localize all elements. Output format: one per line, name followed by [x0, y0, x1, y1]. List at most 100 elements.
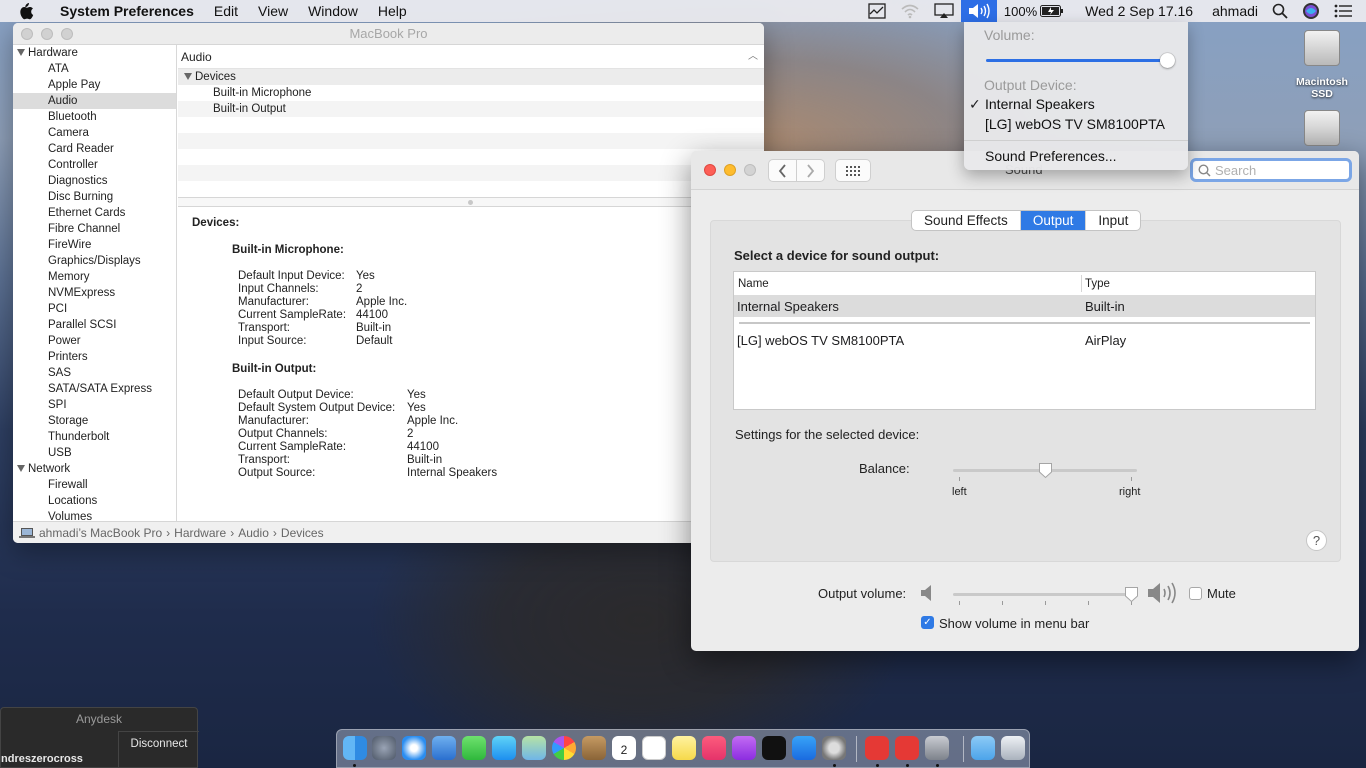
output-volume-thumb[interactable]: [1124, 586, 1139, 603]
mute-checkbox[interactable]: [1189, 587, 1202, 600]
app-menu[interactable]: System Preferences: [50, 0, 204, 22]
desktop-disk-label[interactable]: Macintosh SSD: [1284, 76, 1360, 100]
sidebar-item-firewire[interactable]: FireWire: [13, 237, 176, 253]
sidebar-item-audio[interactable]: Audio: [13, 93, 176, 109]
sidebar-item-pci[interactable]: PCI: [13, 301, 176, 317]
clock[interactable]: Wed 2 Sep 17.16: [1085, 3, 1193, 19]
close-button[interactable]: [704, 164, 716, 176]
menu-help[interactable]: Help: [368, 0, 417, 22]
apple-tv-icon[interactable]: [762, 736, 786, 760]
menu-device-internal-speakers[interactable]: Internal Speakers: [985, 96, 1095, 112]
sidebar-item-storage[interactable]: Storage: [13, 413, 176, 429]
sidebar-item-card-reader[interactable]: Card Reader: [13, 141, 176, 157]
launchpad-icon[interactable]: [372, 736, 396, 760]
disclosure-triangle-icon[interactable]: [17, 49, 25, 56]
sidebar-item-graphics-displays[interactable]: Graphics/Displays: [13, 253, 176, 269]
podcasts-icon[interactable]: [732, 736, 756, 760]
sidebar-item-thunderbolt[interactable]: Thunderbolt: [13, 429, 176, 445]
forward-button[interactable]: [796, 159, 825, 182]
sidebar-item-camera[interactable]: Camera: [13, 125, 176, 141]
column-header-name[interactable]: Name: [738, 278, 769, 290]
zoom-button[interactable]: [61, 28, 73, 40]
balance-slider-thumb[interactable]: [1038, 462, 1053, 479]
hard-drive-icon[interactable]: [1304, 30, 1340, 66]
notes-icon[interactable]: [672, 736, 696, 760]
sidebar-item-bluetooth[interactable]: Bluetooth: [13, 109, 176, 125]
photos-icon[interactable]: [552, 736, 576, 760]
divider-handle[interactable]: [468, 200, 473, 205]
sidebar-item-volumes[interactable]: Volumes: [13, 509, 176, 521]
sidebar-item-locations[interactable]: Locations: [13, 493, 176, 509]
wifi-icon[interactable]: [900, 4, 920, 19]
minimize-button[interactable]: [41, 28, 53, 40]
sidebar-item-memory[interactable]: Memory: [13, 269, 176, 285]
back-button[interactable]: [768, 159, 797, 182]
show-all-button[interactable]: [835, 159, 871, 182]
split-view-divider[interactable]: [178, 197, 764, 207]
sidebar-item-apple-pay[interactable]: Apple Pay: [13, 77, 176, 93]
list-group-devices[interactable]: Devices: [178, 69, 764, 85]
sidebar-item-nvmexpress[interactable]: NVMExpress: [13, 285, 176, 301]
output-volume-track[interactable]: [953, 593, 1137, 596]
help-button[interactable]: ?: [1306, 530, 1327, 551]
hard-drive-icon[interactable]: [1304, 110, 1340, 146]
user-menu[interactable]: ahmadi: [1212, 3, 1258, 19]
close-button[interactable]: [21, 28, 33, 40]
show-volume-checkbox[interactable]: ✓: [921, 616, 934, 629]
maps-icon[interactable]: [522, 736, 546, 760]
disconnect-button[interactable]: Disconnect: [118, 731, 199, 768]
app-store-icon[interactable]: [792, 736, 816, 760]
menu-view[interactable]: View: [248, 0, 298, 22]
tab-sound-effects[interactable]: Sound Effects: [912, 211, 1021, 230]
sound-preferences-menu-item[interactable]: Sound Preferences...: [985, 148, 1117, 164]
menu-window[interactable]: Window: [298, 0, 368, 22]
calendar-icon[interactable]: 2: [612, 736, 636, 760]
anydesk-icon[interactable]: [895, 736, 919, 760]
path-item[interactable]: Devices: [281, 523, 324, 543]
list-header[interactable]: Audio ︿: [178, 45, 764, 69]
sidebar-item-diagnostics[interactable]: Diagnostics: [13, 173, 176, 189]
sidebar-item-spi[interactable]: SPI: [13, 397, 176, 413]
preview-icon[interactable]: [432, 736, 456, 760]
system-information-icon[interactable]: [925, 736, 949, 760]
tab-input[interactable]: Input: [1086, 211, 1140, 230]
sidebar-item-printers[interactable]: Printers: [13, 349, 176, 365]
sidebar-item-sata-sata-express[interactable]: SATA/SATA Express: [13, 381, 176, 397]
sidebar-item-ethernet-cards[interactable]: Ethernet Cards: [13, 205, 176, 221]
search-input[interactable]: [1215, 162, 1345, 178]
column-separator[interactable]: [1081, 275, 1082, 292]
sidebar-item-controller[interactable]: Controller: [13, 157, 176, 173]
anydesk-icon[interactable]: [865, 736, 889, 760]
sidebar-item-parallel-scsi[interactable]: Parallel SCSI: [13, 317, 176, 333]
sidebar-item-sas[interactable]: SAS: [13, 365, 176, 381]
notification-center-icon[interactable]: [1334, 4, 1352, 18]
battery-status[interactable]: 100%: [1004, 4, 1064, 19]
menu-device-lg-tv[interactable]: [LG] webOS TV SM8100PTA: [985, 116, 1165, 132]
volume-menu-icon[interactable]: [960, 0, 997, 22]
downloads-folder-icon[interactable]: [971, 736, 995, 760]
sidebar-item-power[interactable]: Power: [13, 333, 176, 349]
trash-icon[interactable]: [1001, 736, 1025, 760]
sidebar-item-firewall[interactable]: Firewall: [13, 477, 176, 493]
path-item[interactable]: Audio: [238, 523, 269, 543]
search-box[interactable]: [1190, 158, 1352, 182]
apple-menu-icon[interactable]: [18, 2, 36, 20]
activity-monitor-icon[interactable]: [868, 3, 886, 19]
sidebar-group-network[interactable]: Network: [13, 461, 176, 477]
show-volume-label[interactable]: Show volume in menu bar: [939, 616, 1089, 631]
system-preferences-icon[interactable]: [822, 736, 846, 760]
list-item[interactable]: Built-in Microphone: [178, 85, 764, 101]
column-header-type[interactable]: Type: [1085, 278, 1110, 290]
sidebar-group-hardware[interactable]: Hardware: [13, 45, 176, 61]
path-item[interactable]: Hardware: [174, 523, 226, 543]
sort-ascending-icon[interactable]: ︿: [748, 45, 758, 69]
table-row[interactable]: [LG] webOS TV SM8100PTA AirPlay: [734, 330, 1315, 351]
airplay-icon[interactable]: [934, 3, 954, 19]
volume-slider-track[interactable]: [986, 59, 1168, 62]
reminders-icon[interactable]: [642, 736, 666, 760]
list-item[interactable]: Built-in Output: [178, 101, 764, 117]
zoom-button[interactable]: [744, 164, 756, 176]
finder-icon[interactable]: [343, 736, 367, 760]
table-row[interactable]: Internal Speakers Built-in: [734, 296, 1315, 317]
contacts-icon[interactable]: [582, 736, 606, 760]
